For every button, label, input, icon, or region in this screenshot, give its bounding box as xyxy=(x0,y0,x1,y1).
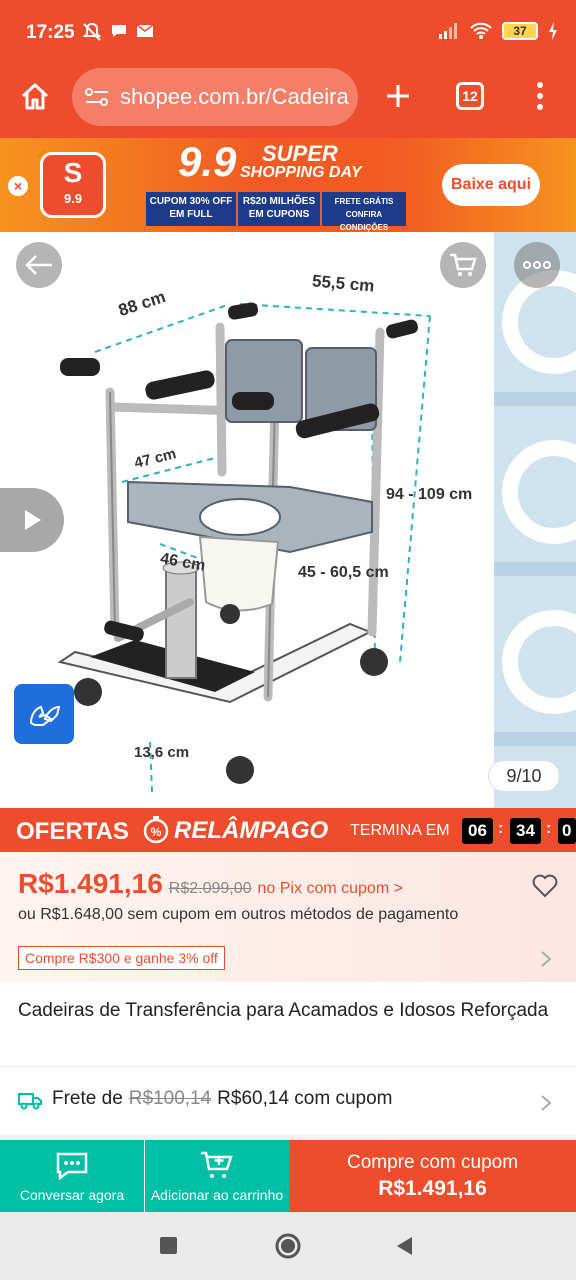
countdown-seconds: 0 xyxy=(558,818,576,844)
shopee-99-logo: S 9.9 xyxy=(40,152,106,218)
sign-language-hands-icon xyxy=(29,705,61,726)
url-text: shopee.com.br/Cadeira xyxy=(120,84,349,109)
shipping-row[interactable]: Frete de R$100,14 R$60,14 com cupom xyxy=(0,1070,576,1130)
status-time: 17:25 xyxy=(26,22,75,43)
back-button[interactable] xyxy=(16,242,62,288)
banner-headline-2: SHOPPING DAY xyxy=(240,164,362,181)
shipping-chevron-icon xyxy=(541,1095,552,1111)
alt-payment-note: ou R$1.648,00 sem cupom em outros método… xyxy=(18,906,459,923)
system-nav-bar xyxy=(0,1212,576,1280)
heart-icon[interactable] xyxy=(532,874,558,898)
bottom-action-bar: Conversar agora Adicionar ao carrinho Co… xyxy=(0,1140,576,1212)
buy-label: Compre com cupom xyxy=(346,1152,519,1173)
chat-bubble-icon xyxy=(112,25,126,37)
countdown-minutes: 34 xyxy=(510,818,541,844)
banner-chip-3: FRETE GRÁTIS CONFIRA CONDIÇÕES xyxy=(322,192,406,232)
home-icon[interactable] xyxy=(20,82,50,112)
more-vert-icon[interactable] xyxy=(532,80,548,112)
cart-button[interactable] xyxy=(440,242,486,288)
flash-ends-label: TERMINA EM xyxy=(350,822,450,839)
pix-coupon-link[interactable]: no Pix com cupom > xyxy=(258,880,403,898)
arrow-left-icon xyxy=(25,255,52,275)
truck-icon xyxy=(18,1093,42,1110)
more-options-button[interactable] xyxy=(514,242,560,288)
chevron-right-icon[interactable] xyxy=(540,950,552,968)
accessibility-sign-language-button[interactable] xyxy=(14,684,74,744)
banner-chip-1: CUPOM 30% OFF EM FULL xyxy=(146,192,236,226)
url-field[interactable]: shopee.com.br/Cadeira xyxy=(72,68,358,126)
wifi-icon xyxy=(470,22,492,39)
current-price: R$1.491,16 xyxy=(18,868,163,899)
product-image-gallery[interactable]: 88 cm 55,5 cm 47 cm 94 - 109 cm 46 cm 45… xyxy=(0,232,576,808)
mail-icon xyxy=(136,24,154,37)
promo-tag[interactable]: Compre R$300 e ganhe 3% off xyxy=(18,946,225,970)
recents-icon[interactable] xyxy=(160,1237,177,1254)
flash-title-2: RELÂMPAGO xyxy=(174,817,329,844)
buy-with-coupon-button[interactable]: Compre com cupom R$1.491,16 xyxy=(289,1140,576,1212)
signal-icon xyxy=(439,23,457,39)
cart-icon xyxy=(450,253,477,276)
chat-icon xyxy=(56,1152,88,1181)
image-counter: 9/10 xyxy=(488,760,560,792)
back-triangle-icon[interactable] xyxy=(396,1236,414,1256)
flash-sale-bar[interactable]: OFERTAS % RELÂMPAGO TERMINA EM 06 : 34 :… xyxy=(0,808,576,852)
banner-headline-1: SUPER xyxy=(262,141,338,166)
status-bar: 17:25 37 xyxy=(0,0,576,66)
close-banner-icon[interactable]: × xyxy=(8,176,28,196)
original-price: R$2.099,00 xyxy=(168,880,252,897)
countdown-hours: 06 xyxy=(462,818,493,844)
add-to-cart-label: Adicionar ao carrinho xyxy=(150,1187,284,1203)
charging-icon xyxy=(549,22,557,40)
new-tab-icon[interactable] xyxy=(384,82,412,110)
chat-now-button[interactable]: Conversar agora xyxy=(0,1140,144,1212)
transfer-chair-illustration xyxy=(57,302,431,793)
shipping-old-price: R$100,14 xyxy=(128,1088,212,1109)
mute-bell-icon xyxy=(82,22,102,41)
buy-price: R$1.491,16 xyxy=(378,1177,487,1200)
add-to-cart-button[interactable]: Adicionar ao carrinho xyxy=(145,1140,289,1212)
play-icon xyxy=(25,510,41,530)
more-horiz-icon xyxy=(523,261,551,269)
promo-banner[interactable]: × S 9.9 9.9 SUPER SHOPPING DAY CUPOM 30%… xyxy=(0,138,576,232)
stopwatch-percent-icon: % xyxy=(143,816,169,844)
add-cart-icon xyxy=(201,1151,233,1178)
battery-icon: 37 xyxy=(502,22,538,40)
video-play-button[interactable] xyxy=(0,488,64,552)
decorative-pattern xyxy=(494,232,576,808)
home-circle-icon[interactable] xyxy=(274,1232,302,1260)
dim-height-label: 94 - 109 cm xyxy=(386,486,473,503)
flash-title-1: OFERTAS xyxy=(16,818,129,845)
chat-now-label: Conversar agora xyxy=(19,1187,125,1203)
dim-seat-height-label: 45 - 60,5 cm xyxy=(298,564,389,581)
banner-big-number: 9.9 xyxy=(178,138,237,185)
download-app-button[interactable]: Baixe aqui xyxy=(442,164,540,206)
browser-toolbar: shopee.com.br/Cadeira 12 xyxy=(0,66,576,138)
shipping-label: Frete de xyxy=(52,1088,123,1109)
shipping-new-price: R$60,14 com cupom xyxy=(217,1088,393,1109)
banner-chip-2: R$20 MILHÕES EM CUPONS xyxy=(238,192,320,226)
site-settings-icon[interactable] xyxy=(84,86,110,108)
product-title: Cadeiras de Transferência para Acamados … xyxy=(18,1000,549,1021)
tab-switcher-button[interactable]: 12 xyxy=(456,82,484,110)
price-section: R$1.491,16 R$2.099,00 no Pix com cupom >… xyxy=(0,852,576,982)
svg-text:%: % xyxy=(151,825,162,839)
dim-base-label: 13,6 cm xyxy=(134,744,190,761)
